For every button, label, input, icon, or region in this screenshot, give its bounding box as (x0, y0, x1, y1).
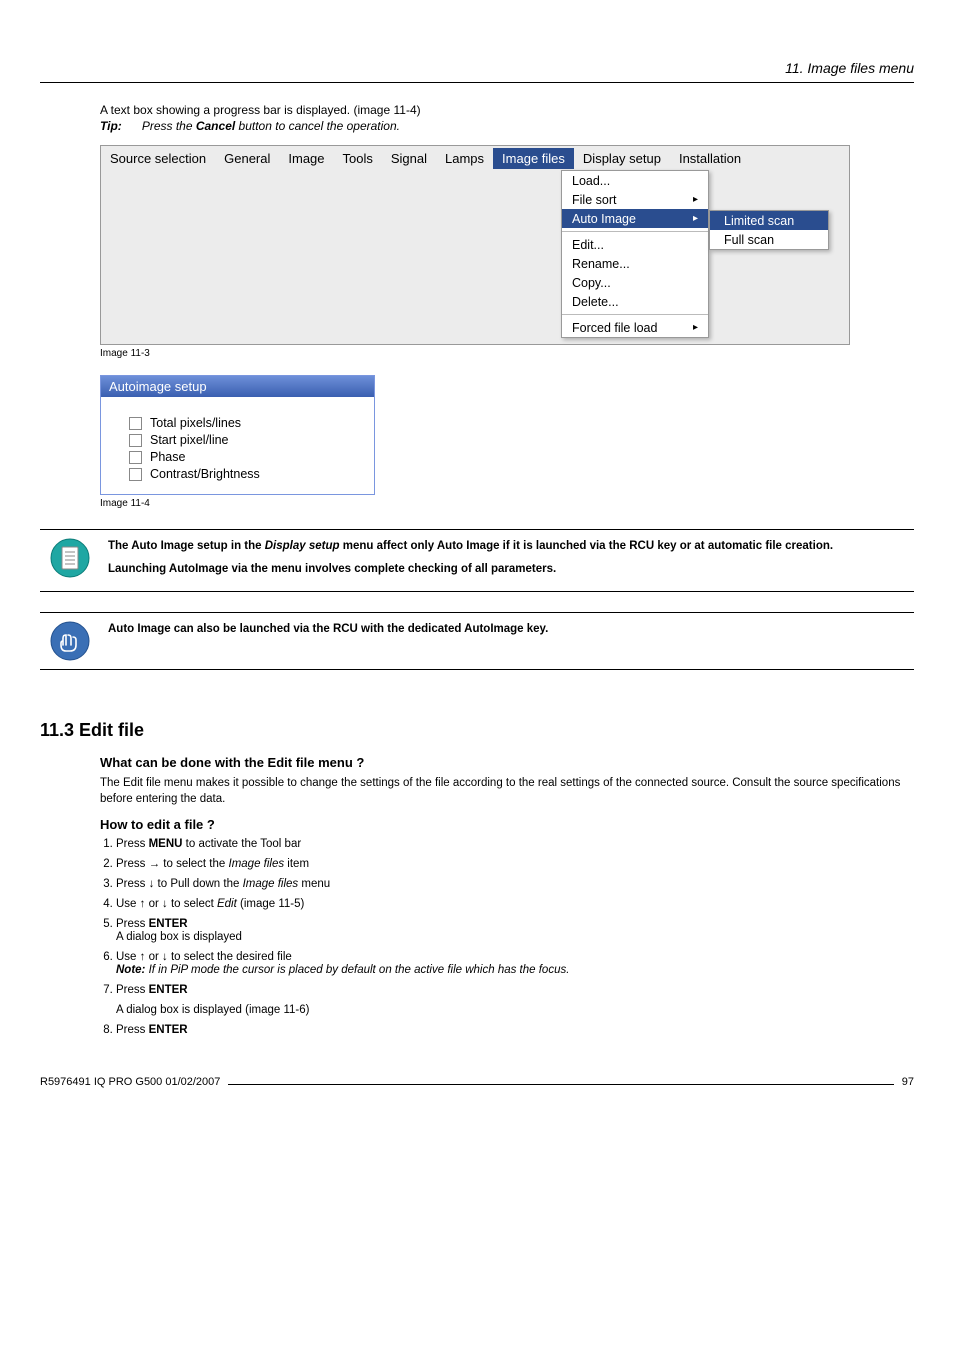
submenu-item-limited-scan[interactable]: Limited scan (710, 211, 828, 230)
checkbox-label: Contrast/Brightness (150, 467, 260, 481)
auto-image-submenu[interactable]: Limited scanFull scan (709, 210, 829, 250)
checkbox-icon[interactable] (129, 434, 142, 447)
footer-page-number: 97 (902, 1076, 914, 1088)
step-5: Press ENTERA dialog box is displayed (116, 918, 914, 943)
menu-item-rename[interactable]: Rename... (562, 254, 708, 273)
step-6: Use ↑ or ↓ to select the desired fileNot… (116, 951, 914, 976)
menubar-item-signal[interactable]: Signal (382, 148, 436, 169)
menu-item-file-sort[interactable]: File sort (562, 190, 708, 209)
menubar-item-general[interactable]: General (215, 148, 279, 169)
footer-left: R5976491 IQ PRO G500 01/02/2007 (40, 1076, 220, 1088)
step-4: Use ↑ or ↓ to select Edit (image 11-5) (116, 898, 914, 910)
checkbox-icon[interactable] (129, 417, 142, 430)
image-files-dropdown[interactable]: Load...File sortAuto Image Edit...Rename.… (561, 170, 709, 338)
menubar-item-lamps[interactable]: Lamps (436, 148, 493, 169)
menubar-item-installation[interactable]: Installation (670, 148, 750, 169)
step-list: Press MENU to activate the Tool bar Press… (100, 838, 914, 1036)
step-8: Press ENTER (116, 1024, 914, 1036)
hand-pointer-icon (50, 621, 90, 661)
submenu-item-full-scan[interactable]: Full scan (710, 230, 828, 249)
step-7: Press ENTERA dialog box is displayed (im… (116, 984, 914, 1016)
menubar[interactable]: Source selectionGeneralImageToolsSignalL… (101, 146, 849, 170)
step-3: Press ↓ to Pull down the Image files men… (116, 878, 914, 890)
menu-item-auto-image[interactable]: Auto Image (562, 209, 708, 228)
checkbox-row-start-pixel-line[interactable]: Start pixel/line (129, 433, 362, 447)
menu-item-forced-file-load[interactable]: Forced file load (562, 318, 708, 337)
step-1: Press MENU to activate the Tool bar (116, 838, 914, 850)
tip-label: Tip: (100, 119, 122, 133)
checkbox-label: Total pixels/lines (150, 416, 241, 430)
image-caption-1: Image 11-3 (100, 348, 914, 359)
checkbox-icon[interactable] (129, 451, 142, 464)
step-subline: A dialog box is displayed (116, 931, 914, 943)
info-callout-2: Auto Image can also be launched via the … (40, 612, 914, 670)
paragraph: The Edit file menu makes it possible to … (100, 776, 914, 807)
checkbox-row-phase[interactable]: Phase (129, 450, 362, 464)
menu-separator (562, 231, 708, 232)
intro-line: A text box showing a progress bar is dis… (100, 103, 914, 117)
menu-item-delete[interactable]: Delete... (562, 292, 708, 311)
checkbox-icon[interactable] (129, 468, 142, 481)
checkbox-row-total-pixels-lines[interactable]: Total pixels/lines (129, 416, 362, 430)
document-icon (50, 538, 90, 578)
image-caption-2: Image 11-4 (100, 498, 914, 509)
menu-item-load[interactable]: Load... (562, 171, 708, 190)
header-divider (40, 82, 914, 83)
menubar-item-image-files[interactable]: Image files (493, 148, 574, 169)
subheading-1: What can be done with the Edit file menu… (100, 755, 914, 770)
menubar-item-image[interactable]: Image (279, 148, 333, 169)
menubar-item-tools[interactable]: Tools (334, 148, 382, 169)
menubar-item-source-selection[interactable]: Source selection (101, 148, 215, 169)
checkbox-row-contrast-brightness[interactable]: Contrast/Brightness (129, 467, 362, 481)
screenshot-menu: Source selectionGeneralImageToolsSignalL… (100, 145, 850, 345)
info-callout-1: The Auto Image setup in the Display setu… (40, 529, 914, 592)
subheading-2: How to edit a file ? (100, 817, 914, 832)
step-2: Press → to select the Image files item (116, 858, 914, 870)
step-note: Note: If in PiP mode the cursor is place… (116, 964, 914, 976)
step-subline: A dialog box is displayed (image 11-6) (116, 1004, 914, 1016)
page-section-header: 11. Image files menu (40, 60, 914, 82)
dialog-title: Autoimage setup (101, 376, 374, 397)
footer-line (228, 1084, 893, 1085)
checkbox-label: Phase (150, 450, 185, 464)
menu-separator (562, 314, 708, 315)
tip-line: Tip: Press the Cancel button to cancel t… (100, 119, 914, 133)
checkbox-label: Start pixel/line (150, 433, 229, 447)
tip-text: Press the Cancel button to cancel the op… (142, 119, 400, 133)
page-footer: R5976491 IQ PRO G500 01/02/2007 97 (40, 1076, 914, 1088)
section-heading: 11.3 Edit file (40, 720, 914, 741)
autoimage-setup-dialog: Autoimage setup Total pixels/lines Start … (100, 375, 375, 495)
menubar-item-display-setup[interactable]: Display setup (574, 148, 670, 169)
menu-item-edit[interactable]: Edit... (562, 235, 708, 254)
menu-item-copy[interactable]: Copy... (562, 273, 708, 292)
